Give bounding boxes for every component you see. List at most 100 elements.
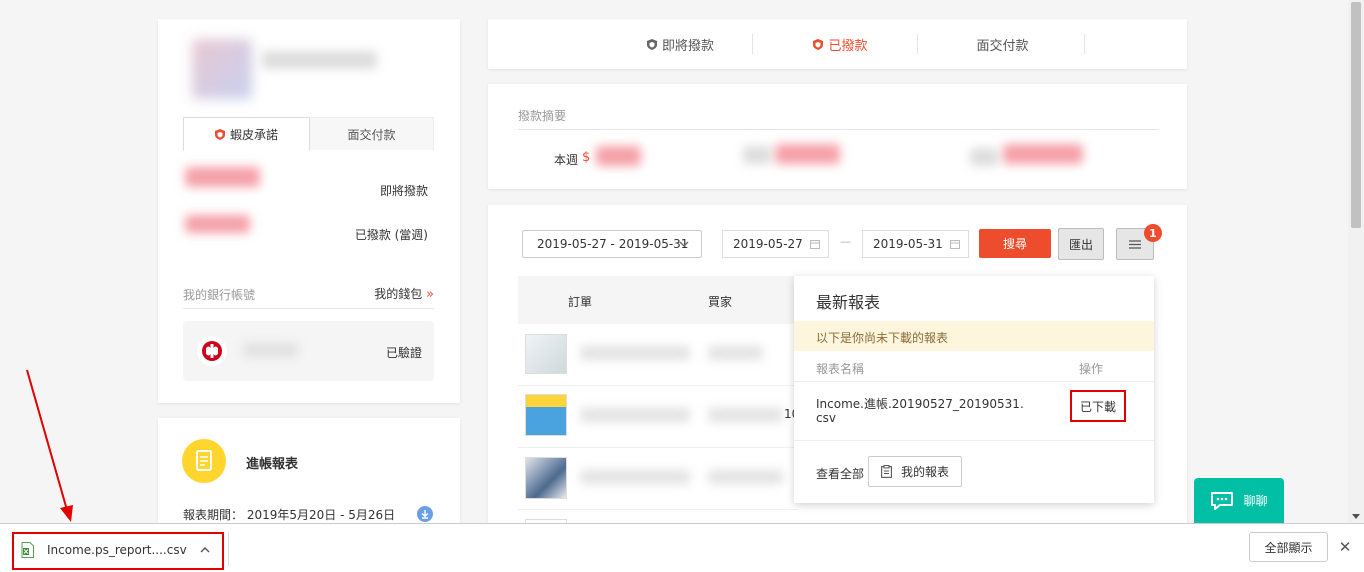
income-report-card: 進帳報表 報表期間： 2019年5月20日 - 5月26日 bbox=[158, 418, 460, 528]
wallet-link[interactable]: 我的錢包 » bbox=[344, 285, 434, 302]
payout-status-tabs: 即將撥款 已撥款 面交付款 bbox=[488, 19, 1187, 69]
product-thumbnail bbox=[525, 394, 567, 436]
bank-account-row[interactable]: 已驗證 bbox=[183, 321, 434, 381]
week-amount-blurred bbox=[596, 146, 641, 166]
calendar-icon bbox=[810, 240, 820, 249]
unread-notice-text: 以下是你尚未下載的報表 bbox=[816, 331, 949, 345]
table-row[interactable] bbox=[518, 324, 798, 386]
date-to-input[interactable]: 2019-05-31 bbox=[862, 230, 969, 258]
divider bbox=[183, 308, 434, 309]
chevron-down-icon bbox=[679, 241, 689, 247]
order-id-blurred bbox=[580, 408, 690, 422]
notification-badge: 1 bbox=[1144, 224, 1162, 242]
download-bar: Income.ps_report....csv 全部顯示 ✕ bbox=[0, 523, 1364, 572]
paid-amount-blurred bbox=[185, 215, 250, 233]
divider bbox=[794, 440, 1154, 441]
summary-value-blurred bbox=[1003, 144, 1083, 164]
document-icon bbox=[182, 439, 226, 483]
close-icon[interactable]: ✕ bbox=[1335, 534, 1355, 560]
chat-bubble-icon bbox=[1211, 491, 1234, 510]
shield-icon bbox=[646, 38, 657, 50]
popup-title: 最新報表 bbox=[816, 293, 881, 312]
report-period: 報表期間： 2019年5月20日 - 5月26日 bbox=[183, 506, 395, 523]
annotation-arrow bbox=[26, 369, 73, 522]
summary-value-blurred bbox=[775, 144, 840, 164]
report-file-name: Income.進帳.20190527_20190531.csv bbox=[816, 397, 1024, 425]
tab-divider bbox=[917, 34, 918, 54]
wallet-link-label: 我的錢包 bbox=[374, 287, 423, 301]
tab-cod-label: 面交付款 bbox=[976, 38, 1029, 54]
date-from-value: 2019-05-27 bbox=[733, 237, 803, 251]
export-button[interactable]: 匯出 bbox=[1058, 228, 1104, 260]
latest-reports-popup: 最新報表 以下是你尚未下載的報表 報表名稱 操作 Income.進帳.20190… bbox=[794, 276, 1154, 503]
column-order: 訂單 bbox=[568, 295, 593, 309]
chevron-up-icon[interactable] bbox=[200, 546, 210, 553]
paid-week-label: 已撥款 (當週) bbox=[354, 228, 428, 242]
shield-icon bbox=[813, 38, 824, 50]
my-reports-button[interactable]: 我的報表 bbox=[868, 456, 962, 487]
product-thumbnail bbox=[525, 457, 567, 499]
column-report-name: 報表名稱 bbox=[816, 362, 865, 376]
this-week-label: 本週 bbox=[554, 153, 579, 167]
buyer-name-blurred bbox=[708, 470, 783, 484]
tab-upcoming[interactable]: 即將撥款 bbox=[608, 19, 753, 69]
order-id-blurred bbox=[580, 346, 690, 360]
product-thumbnail bbox=[525, 334, 567, 374]
view-all-label: 查看全部 bbox=[816, 467, 865, 481]
table-row[interactable]: 10 bbox=[518, 386, 799, 448]
page-scrollbar[interactable] bbox=[1348, 0, 1364, 523]
spreadsheet-file-icon bbox=[21, 542, 34, 558]
tab-left-cod-label: 面交付款 bbox=[347, 127, 396, 142]
buyer-name-blurred bbox=[708, 408, 783, 422]
menu-icon bbox=[1129, 239, 1141, 249]
scroll-down-arrow-icon[interactable] bbox=[1352, 514, 1360, 519]
chat-label: 聊聊 bbox=[1243, 494, 1268, 508]
summary-value-blurred bbox=[743, 146, 771, 164]
tab-shopee-guarantee[interactable]: 蝦皮承諾 bbox=[183, 117, 310, 151]
my-reports-label: 我的報表 bbox=[900, 465, 949, 479]
unread-notice: 以下是你尚未下載的報表 bbox=[794, 321, 1154, 351]
summary-value-blurred bbox=[970, 148, 998, 166]
clipboard-icon bbox=[881, 465, 892, 478]
divider bbox=[228, 532, 229, 566]
tab-cod[interactable]: 面交付款 bbox=[930, 19, 1075, 69]
shield-icon bbox=[214, 128, 225, 140]
avatar bbox=[192, 39, 252, 99]
search-button[interactable]: 搜尋 bbox=[979, 229, 1051, 258]
download-item[interactable]: Income.ps_report....csv bbox=[12, 532, 224, 570]
income-report-title: 進帳報表 bbox=[246, 457, 299, 472]
date-to-value: 2019-05-31 bbox=[873, 237, 943, 251]
divider bbox=[518, 129, 1159, 130]
show-all-downloads-button[interactable]: 全部顯示 bbox=[1249, 532, 1328, 562]
downloaded-status[interactable]: 已下載 bbox=[1070, 390, 1126, 422]
verified-status: 已驗證 bbox=[385, 346, 422, 360]
calendar-icon bbox=[950, 240, 960, 249]
divider bbox=[794, 381, 1154, 382]
table-row[interactable] bbox=[518, 448, 798, 510]
download-icon[interactable] bbox=[417, 506, 433, 522]
upcoming-label: 即將撥款 bbox=[379, 184, 428, 198]
date-from-input[interactable]: 2019-05-27 bbox=[722, 230, 829, 258]
currency-symbol: $ bbox=[582, 150, 591, 165]
date-range-select[interactable]: 2019-05-27 - 2019-05-31 bbox=[522, 230, 702, 258]
chat-button[interactable]: 聊聊 bbox=[1194, 478, 1284, 523]
report-period-label: 報表期間： bbox=[183, 508, 244, 522]
shop-name-blurred bbox=[262, 51, 377, 69]
bank-logo-icon bbox=[197, 336, 227, 366]
date-separator: — bbox=[840, 235, 851, 248]
tab-left-cod[interactable]: 面交付款 bbox=[310, 117, 434, 150]
column-buyer: 買家 bbox=[708, 295, 733, 309]
scrollbar-thumb[interactable] bbox=[1351, 2, 1361, 228]
order-id-blurred bbox=[580, 470, 690, 484]
tab-upcoming-label: 即將撥款 bbox=[661, 38, 714, 54]
bank-account-number-blurred bbox=[243, 343, 298, 357]
tab-paid[interactable]: 已撥款 bbox=[768, 19, 913, 69]
payout-summary-card: 撥款摘要 本週 $ bbox=[488, 84, 1187, 189]
download-file-name: Income.ps_report....csv bbox=[47, 543, 187, 557]
tab-shopee-guarantee-label: 蝦皮承諾 bbox=[229, 127, 278, 142]
seller-balance-card: 蝦皮承諾 面交付款 即將撥款 已撥款 (當週) 我的銀行帳號 我的錢包 » 已驗… bbox=[158, 19, 460, 403]
bank-account-label: 我的銀行帳號 bbox=[183, 288, 256, 302]
column-action: 操作 bbox=[1079, 362, 1104, 376]
chevron-right-icon: » bbox=[426, 287, 434, 302]
tab-divider bbox=[752, 34, 753, 54]
